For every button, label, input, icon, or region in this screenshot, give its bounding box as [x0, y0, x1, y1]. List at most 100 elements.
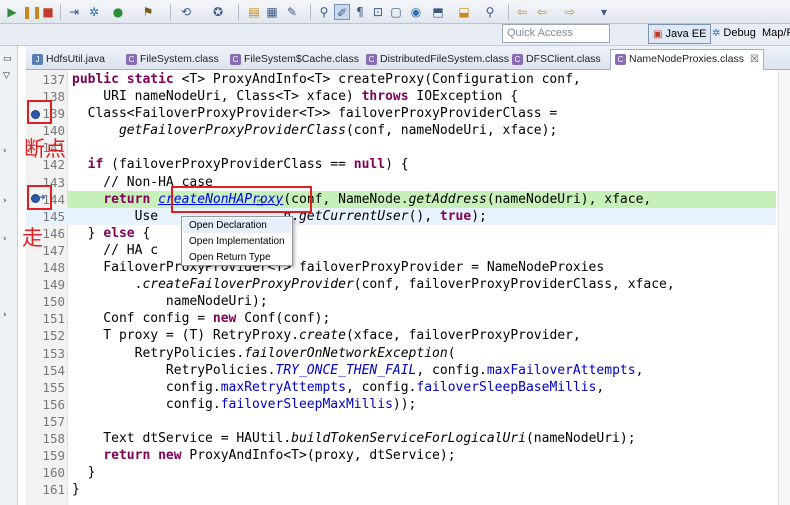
terminate-icon[interactable]: ■ [40, 4, 56, 20]
open-type-icon[interactable]: ✪ [210, 4, 226, 20]
collapsed-left-panel: ▭ ▽ › › › › [0, 46, 18, 505]
globe-icon[interactable]: ◉ [408, 4, 424, 20]
code-line: 148 FailoverProxyProvider<T> failoverPro… [26, 259, 776, 276]
code-line: 143 // Non-HA case [26, 174, 776, 191]
tab-dfsclient[interactable]: C DFSClient.class [508, 50, 601, 70]
paragraph-icon[interactable]: ¶ [352, 4, 368, 20]
code-line: 141 [26, 139, 776, 156]
perspective-label: Debug [723, 27, 756, 39]
outline-marker-icon: › [3, 196, 7, 206]
code-line: 147 // HA c [26, 242, 776, 259]
tab-filesystem[interactable]: C FileSystem.class [122, 50, 219, 70]
hyperlink-context-menu: Open Declaration Open Implementation Ope… [181, 216, 293, 266]
toggle-mark-icon[interactable]: ✎ [284, 4, 300, 20]
main-toolbar: ▶ ❚❚ ■ ⇥ ✲ ● ⚑ ⟲ ✪ ▤ ▦ ✎ ⚲ ✐ ¶ ⊡ ▢ ◉ ⬒ ⬓… [0, 0, 790, 24]
editor-tab-bar: J HdfsUtil.java C FileSystem.class C FileSy… [26, 46, 790, 71]
code-line: 153 RetryPolicies.failoverOnNetworkExcep… [26, 345, 776, 362]
class-file-icon: C [230, 54, 241, 65]
hand-cursor-icon: ☝ [256, 195, 264, 210]
code-line: 146 } else { [26, 225, 776, 242]
forward-nav-icon[interactable]: ⇨ [562, 4, 578, 20]
new-icon[interactable]: ⟲ [178, 4, 194, 20]
tab-label: HdfsUtil.java [46, 53, 105, 65]
code-line: 152 T proxy = (T) RetryProxy.create(xfac… [26, 327, 776, 344]
highlight-icon[interactable]: ✐ [334, 4, 350, 20]
save-all-icon[interactable]: ▦ [264, 4, 280, 20]
external-tools-icon[interactable]: ⚑ [140, 4, 156, 20]
menu-icon[interactable]: ▾ [596, 4, 612, 20]
line-number: 147 [42, 242, 65, 258]
code-editor[interactable]: 137 public static <T> ProxyAndInfo<T> cre… [26, 70, 790, 505]
debug-icon[interactable]: ✲ [86, 4, 102, 20]
code-line: 137 public static <T> ProxyAndInfo<T> cre… [26, 71, 776, 88]
tab-hdfsutil[interactable]: J HdfsUtil.java [28, 50, 105, 70]
code-line: 155 config.maxRetryAttempts, config.fail… [26, 379, 776, 396]
block-icon[interactable]: ▢ [388, 4, 404, 20]
line-number: 159 [42, 448, 65, 464]
toolbar-separator [170, 4, 171, 20]
perspective-java-ee[interactable]: ▣ Java EE [648, 24, 712, 44]
line-number: 153 [42, 345, 65, 361]
outline-marker-icon: › [3, 310, 7, 320]
menu-item-open-declaration[interactable]: Open Declaration [183, 218, 291, 233]
tab-distributedfilesystem[interactable]: C DistributedFileSystem.class [362, 50, 509, 70]
tab-label: FileSystem$Cache.class [244, 53, 359, 65]
perspective-debug[interactable]: ✲ Debug [708, 24, 760, 44]
class-file-icon: C [615, 54, 626, 65]
code-line: 158 Text dtService = HAUtil.buildTokenSe… [26, 430, 776, 447]
close-tab-icon[interactable]: ☒ [750, 54, 759, 65]
method-highlight-box [171, 186, 312, 213]
menu-item-open-implementation[interactable]: Open Implementation [183, 234, 291, 249]
line-number: 158 [42, 430, 65, 446]
code-line: 157 [26, 413, 776, 430]
code-line: 140 getFailoverProxyProviderClass(conf, … [26, 122, 776, 139]
java-ee-icon: ▣ [653, 29, 663, 40]
show-whitespace-icon[interactable]: ⊡ [370, 4, 386, 20]
code-line: 145 Use n.getCurrentUser(), true); [26, 207, 776, 225]
line-number: 148 [42, 260, 65, 276]
overview-ruler[interactable] [778, 70, 790, 505]
toolbar-separator [508, 4, 509, 20]
tab-label: DFSClient.class [526, 53, 601, 65]
next-annotation-icon[interactable]: ⬓ [456, 4, 472, 20]
line-number: 161 [42, 482, 65, 498]
class-file-icon: C [512, 54, 523, 65]
debug-perspective-icon: ✲ [712, 28, 721, 39]
code-line: 149 .createFailoverProxyProvider(conf, f… [26, 276, 776, 293]
forward-icon[interactable]: ⇦ [534, 4, 550, 20]
breakpoint-highlight-box [27, 100, 52, 124]
line-number: 150 [42, 294, 65, 310]
back-icon[interactable]: ⇦ [514, 4, 530, 20]
restore-icon[interactable]: ▭ [3, 54, 12, 64]
menu-item-open-return-type[interactable]: Open Return Type [183, 250, 291, 265]
open-folder-icon[interactable]: ▤ [246, 4, 262, 20]
outline-marker-icon: › [3, 146, 7, 156]
code-line: 151 Conf config = new Conf(conf); [26, 310, 776, 327]
tab-namenodeproxies[interactable]: C NameNodeProxies.class ☒ [610, 49, 764, 71]
resume-icon[interactable]: ▶ [4, 4, 20, 20]
prev-annotation-icon[interactable]: ⬒ [430, 4, 446, 20]
perspective-map-r[interactable]: Map/R [758, 24, 790, 44]
view-menu-icon[interactable]: ▽ [3, 71, 10, 81]
class-file-icon: C [126, 54, 137, 65]
code-line: 160 } [26, 464, 776, 481]
tab-filesystem-cache[interactable]: C FileSystem$Cache.class [226, 50, 359, 70]
line-number: 152 [42, 328, 65, 344]
pin-icon[interactable]: ⚲ [482, 4, 498, 20]
step-icon[interactable]: ⇥ [66, 4, 82, 20]
perspective-label: Java EE [665, 28, 707, 40]
tab-label: FileSystem.class [140, 53, 219, 65]
code-line: 154 RetryPolicies.TRY_ONCE_THEN_FAIL, co… [26, 362, 776, 379]
run-icon[interactable]: ● [110, 4, 126, 20]
quick-access-input[interactable]: Quick Access [502, 24, 610, 43]
step-annotation: 走 [22, 226, 43, 250]
code-line: 150 nameNodeUri); [26, 293, 776, 310]
line-number: 149 [42, 277, 65, 293]
search-icon[interactable]: ⚲ [316, 4, 332, 20]
toolbar-separator [310, 4, 311, 20]
line-number: 145 [42, 208, 65, 224]
line-number: 160 [42, 465, 65, 481]
line-number: 151 [42, 311, 65, 327]
line-number: 146 [42, 225, 65, 241]
suspend-icon[interactable]: ❚❚ [22, 4, 42, 20]
